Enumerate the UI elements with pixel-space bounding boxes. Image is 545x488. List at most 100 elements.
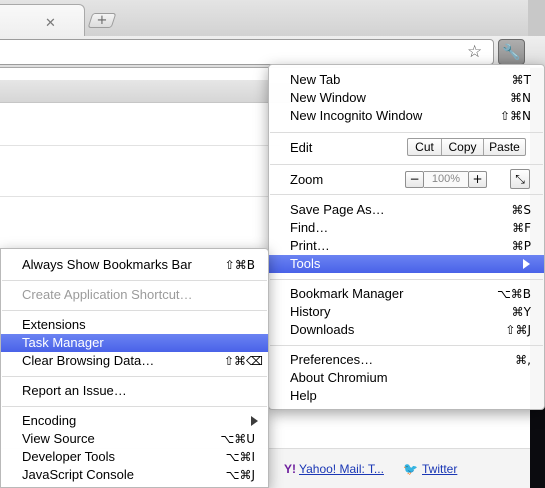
menu-item-label: View Source xyxy=(22,431,95,446)
paste-button[interactable]: Paste xyxy=(483,139,525,155)
menu-item-tools[interactable]: Tools xyxy=(269,255,544,273)
menu-item-label: History xyxy=(290,304,331,319)
shortcut-label: ⌘F xyxy=(512,221,531,235)
menu-separator xyxy=(2,280,267,281)
edit-button-group: Cut Copy Paste xyxy=(407,138,526,156)
twitter-icon: 🐦 xyxy=(403,462,418,476)
menu-separator xyxy=(2,376,267,377)
bookmark-yahoo-mail[interactable]: Yahoo! Mail: T... xyxy=(299,462,384,476)
menu-item-label: Bookmark Manager xyxy=(290,286,404,301)
menu-separator xyxy=(270,345,543,346)
shortcut-label: ⇧⌘J xyxy=(505,323,531,337)
wrench-menu: New Tab ⌘T New Window ⌘N New Incognito W… xyxy=(268,64,545,410)
menu-item-developer-tools[interactable]: Developer Tools ⌥⌘I xyxy=(1,448,268,466)
divider xyxy=(0,196,280,197)
tab-strip: ✕ + xyxy=(0,0,545,36)
menu-item-label: Find… xyxy=(290,220,329,235)
menu-separator xyxy=(270,132,543,133)
menu-item-create-application-shortcut: Create Application Shortcut… xyxy=(1,286,268,304)
cut-button[interactable]: Cut xyxy=(408,139,441,155)
shortcut-label: ⌘, xyxy=(515,353,531,367)
shortcut-label: ⌥⌘U xyxy=(220,432,255,446)
yahoo-icon: Y! xyxy=(284,462,296,476)
menu-separator xyxy=(270,194,543,195)
menu-item-label: Help xyxy=(290,388,317,403)
shortcut-label: ⇧⌘⌫ xyxy=(223,354,263,368)
submenu-arrow-icon xyxy=(523,259,530,269)
menu-item-label: Downloads xyxy=(290,322,355,337)
menu-item-extensions[interactable]: Extensions xyxy=(1,316,268,334)
menu-item-label: Always Show Bookmarks Bar xyxy=(22,257,192,272)
wrench-menu-button[interactable]: 🔧 xyxy=(498,39,525,65)
menu-item-label: Preferences… xyxy=(290,352,374,367)
close-tab-icon[interactable]: ✕ xyxy=(45,17,56,30)
menu-item-help[interactable]: Help xyxy=(269,387,544,405)
menu-item-label: About Chromium xyxy=(290,370,388,385)
menu-item-label: Print… xyxy=(290,238,330,253)
menu-item-label: Report an Issue… xyxy=(22,383,127,398)
zoom-level: 100% xyxy=(424,171,468,188)
menu-item-label: New Incognito Window xyxy=(290,108,423,123)
menu-item-task-manager[interactable]: Task Manager xyxy=(1,334,268,352)
menu-item-view-source[interactable]: View Source ⌥⌘U xyxy=(1,430,268,448)
menu-item-label: Edit xyxy=(290,140,313,155)
menu-item-label: Encoding xyxy=(22,413,77,428)
tools-submenu: Always Show Bookmarks Bar ⇧⌘B Create App… xyxy=(0,248,269,488)
menu-item-label: New Tab xyxy=(290,72,341,87)
menu-item-history[interactable]: History ⌘Y xyxy=(269,303,544,321)
fullscreen-button[interactable]: ⤡ xyxy=(510,169,530,189)
bookmark-twitter[interactable]: Twitter xyxy=(422,462,457,476)
menu-item-encoding[interactable]: Encoding xyxy=(1,412,268,430)
menu-item-label: New Window xyxy=(290,90,366,105)
menu-item-new-tab[interactable]: New Tab ⌘T xyxy=(269,71,544,89)
menu-separator xyxy=(2,310,267,311)
fullscreen-icon: ⤡ xyxy=(515,172,525,186)
page-header-bar xyxy=(0,80,300,103)
menu-item-find[interactable]: Find… ⌘F xyxy=(269,219,544,237)
menu-item-downloads[interactable]: Downloads ⇧⌘J xyxy=(269,321,544,339)
new-tab-button[interactable]: + xyxy=(87,13,117,28)
menu-item-report-issue[interactable]: Report an Issue… xyxy=(1,382,268,400)
shortcut-label: ⌘P xyxy=(511,239,531,253)
menu-item-print[interactable]: Print… ⌘P xyxy=(269,237,544,255)
menu-item-always-show-bookmarks-bar[interactable]: Always Show Bookmarks Bar ⇧⌘B xyxy=(1,256,268,274)
menu-separator xyxy=(270,164,543,165)
menu-item-label: JavaScript Console xyxy=(22,467,134,482)
wrench-icon: 🔧 xyxy=(502,43,521,61)
browser-tab[interactable]: ✕ xyxy=(0,4,85,36)
menu-item-label: Save Page As… xyxy=(290,202,385,217)
menu-item-label: Extensions xyxy=(22,317,86,332)
menu-item-label: Create Application Shortcut… xyxy=(22,287,193,302)
shortcut-label: ⇧⌘N xyxy=(499,109,531,123)
menu-separator xyxy=(2,406,267,407)
menu-item-new-window[interactable]: New Window ⌘N xyxy=(269,89,544,107)
zoom-in-button[interactable]: + xyxy=(468,171,487,188)
address-bar[interactable]: ☆ xyxy=(0,39,494,65)
menu-item-label: Tools xyxy=(290,256,321,271)
menu-item-about[interactable]: About Chromium xyxy=(269,369,544,387)
shortcut-label: ⌥⌘J xyxy=(225,468,255,482)
menu-item-new-incognito-window[interactable]: New Incognito Window ⇧⌘N xyxy=(269,107,544,125)
shortcut-label: ⌥⌘B xyxy=(496,287,531,301)
menu-separator xyxy=(270,279,543,280)
menu-item-javascript-console[interactable]: JavaScript Console ⌥⌘J xyxy=(1,466,268,484)
copy-button[interactable]: Copy xyxy=(441,139,483,155)
zoom-out-button[interactable]: − xyxy=(405,171,424,188)
menu-item-preferences[interactable]: Preferences… ⌘, xyxy=(269,351,544,369)
menu-item-save-page[interactable]: Save Page As… ⌘S xyxy=(269,201,544,219)
submenu-arrow-icon xyxy=(251,416,258,426)
menu-item-clear-browsing-data[interactable]: Clear Browsing Data… ⇧⌘⌫ xyxy=(1,352,268,370)
shortcut-label: ⌘Y xyxy=(511,305,531,319)
shortcut-label: ⌘N xyxy=(510,91,531,105)
shortcut-label: ⌘S xyxy=(511,203,531,217)
menu-item-label: Clear Browsing Data… xyxy=(22,353,155,368)
menu-item-label: Developer Tools xyxy=(22,449,115,464)
menu-item-bookmark-manager[interactable]: Bookmark Manager ⌥⌘B xyxy=(269,285,544,303)
shortcut-label: ⇧⌘B xyxy=(224,258,255,272)
divider xyxy=(0,145,280,146)
bookmark-star-icon[interactable]: ☆ xyxy=(467,40,482,64)
shortcut-label: ⌘T xyxy=(511,73,531,87)
menu-item-label: Zoom xyxy=(290,172,324,187)
shortcut-label: ⌥⌘I xyxy=(225,450,255,464)
menu-item-label: Task Manager xyxy=(22,335,104,350)
